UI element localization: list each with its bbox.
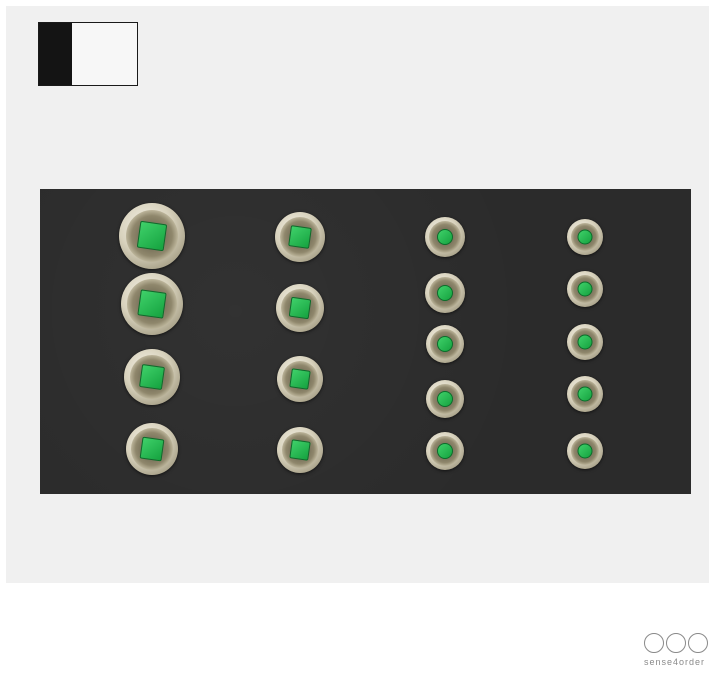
socket-insert bbox=[437, 336, 453, 352]
socket-insert bbox=[577, 229, 593, 245]
socket bbox=[425, 217, 465, 257]
socket bbox=[567, 271, 603, 307]
socket-insert bbox=[289, 368, 311, 390]
logo-circle-icon bbox=[644, 633, 664, 653]
socket-insert bbox=[437, 443, 453, 459]
socket bbox=[426, 432, 464, 470]
socket-insert bbox=[289, 439, 311, 461]
socket bbox=[426, 325, 464, 363]
socket-insert bbox=[288, 296, 312, 320]
socket-insert bbox=[437, 391, 453, 407]
socket bbox=[277, 427, 323, 473]
socket bbox=[119, 203, 185, 269]
socket-insert bbox=[437, 285, 453, 301]
logo-circle-icon bbox=[666, 633, 686, 653]
socket bbox=[277, 356, 323, 402]
brand-logo: sense4order bbox=[644, 633, 715, 675]
socket-insert bbox=[577, 281, 593, 297]
socket bbox=[426, 380, 464, 418]
socket-insert bbox=[437, 229, 453, 245]
logo-circle-icon bbox=[688, 633, 708, 653]
socket bbox=[121, 273, 183, 335]
socket bbox=[567, 324, 603, 360]
socket bbox=[276, 284, 324, 332]
socket bbox=[425, 273, 465, 313]
socket bbox=[567, 376, 603, 412]
color-badge-dark-block bbox=[39, 23, 72, 85]
socket-insert bbox=[136, 220, 168, 252]
socket-insert bbox=[288, 225, 312, 249]
socket bbox=[124, 349, 180, 405]
socket-insert bbox=[139, 436, 165, 462]
socket-insert bbox=[577, 443, 593, 459]
socket bbox=[567, 433, 603, 469]
socket-insert bbox=[137, 289, 167, 319]
color-badge bbox=[38, 22, 138, 86]
socket-insert bbox=[139, 364, 165, 390]
socket bbox=[567, 219, 603, 255]
foam-tray: sense4order bbox=[40, 189, 708, 667]
socket bbox=[275, 212, 325, 262]
logo-text: sense4order bbox=[644, 657, 706, 667]
socket-insert bbox=[577, 386, 593, 402]
socket-insert bbox=[577, 334, 593, 350]
socket bbox=[126, 423, 178, 475]
